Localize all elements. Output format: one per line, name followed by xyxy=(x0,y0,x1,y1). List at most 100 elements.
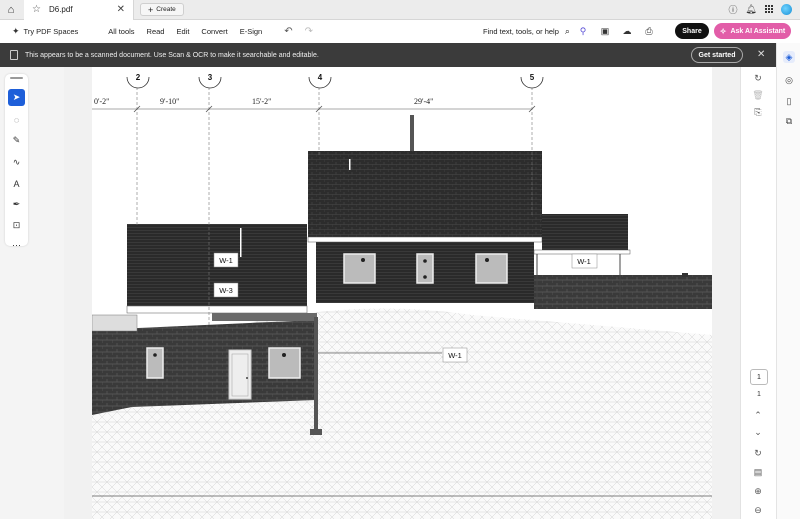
right-wing-roof xyxy=(542,214,628,250)
acrobat-window: ⌂ ☆ D6.pdf ✕ + Create ⓘ 🔔︎ ✦ Try PDF Spa… xyxy=(0,0,800,519)
pages-panel-icon[interactable]: ⧉ xyxy=(783,115,795,127)
grid-marker-3: 3 xyxy=(208,73,213,82)
notification-bell-icon[interactable]: 🔔︎ xyxy=(745,3,757,15)
tag-label: W-3 xyxy=(219,286,233,295)
document-tab-label: D6.pdf xyxy=(48,5,73,14)
apps-grid-icon[interactable] xyxy=(763,3,775,15)
right-stone-wall xyxy=(534,275,712,309)
nav-all-tools[interactable]: All tools xyxy=(102,27,140,36)
fill-sign-icon[interactable]: ✒ xyxy=(8,196,25,213)
home-icon[interactable]: ⌂ xyxy=(0,0,22,20)
zoom-in-icon[interactable]: ⊕ xyxy=(751,484,765,498)
left-wing-band xyxy=(212,313,317,321)
lower-door xyxy=(228,349,252,400)
elevation-drawing: 2 3 4 5 0'-2" 9'-10" 15'-2" 29'-4" W-1 W… xyxy=(92,73,712,519)
total-pages: 1 xyxy=(757,391,761,398)
dimension-text: 29'-4" xyxy=(414,97,433,106)
rotate-icon[interactable]: ↻ xyxy=(751,71,765,85)
document-viewport[interactable]: 2 3 4 5 0'-2" 9'-10" 15'-2" 29'-4" W-1 W… xyxy=(64,67,740,519)
roof-mark xyxy=(349,159,351,170)
create-label: Create xyxy=(156,6,176,13)
tag-w1-right: W-1 xyxy=(571,253,598,269)
toolbar-icon-group: ⚲ ▣ ☁ ⎙ xyxy=(577,25,655,37)
dimension-text: 0'-2" xyxy=(94,97,109,106)
redo-icon[interactable]: ↷ xyxy=(305,26,313,37)
grid-bubble-5: 5 xyxy=(520,73,544,89)
main-window-right xyxy=(475,253,508,284)
page-controls-pane: ↻ 🗑︎ ⎘ 1 1 ⌃ ⌄ ↻ ▤ ⊕ ⊖ xyxy=(740,67,776,519)
support-column xyxy=(314,317,318,432)
ai-sparkle-icon: ✧ xyxy=(719,26,727,36)
get-started-button[interactable]: Get started xyxy=(691,47,743,63)
find-label: Find text, tools, or help xyxy=(483,27,559,36)
left-wing-fascia xyxy=(126,305,308,314)
page-fit-icon[interactable]: ▤ xyxy=(751,465,765,479)
snapshot-icon[interactable]: ⊡ xyxy=(8,217,25,234)
grid-bubble-4: 4 xyxy=(308,73,332,89)
print-icon[interactable]: ⎙ xyxy=(643,25,655,37)
add-text-icon[interactable]: A xyxy=(8,175,25,192)
chevron-down-icon[interactable]: ⌄ xyxy=(751,425,765,439)
grid-marker-2: 2 xyxy=(136,73,141,82)
ask-ai-assistant-button[interactable]: ✧ Ask AI Assistant xyxy=(714,23,791,39)
create-button[interactable]: + Create xyxy=(140,3,184,16)
document-tab[interactable]: ☆ D6.pdf ✕ xyxy=(24,0,134,20)
nav-convert[interactable]: Convert xyxy=(195,27,233,36)
highlight-pen-icon[interactable]: ✎ xyxy=(8,132,25,149)
tag-w1-ground: W-1 xyxy=(442,347,468,363)
document-icon xyxy=(10,50,18,60)
pdf-page: 2 3 4 5 0'-2" 9'-10" 15'-2" 29'-4" W-1 W… xyxy=(92,67,712,519)
help-icon[interactable]: ⓘ xyxy=(727,3,739,15)
ai-tools-icon[interactable]: ⚲ xyxy=(577,25,589,37)
lower-window-wide xyxy=(268,347,301,379)
nav-read[interactable]: Read xyxy=(141,27,171,36)
more-tools-icon[interactable]: ⋯ xyxy=(8,237,25,254)
ai-assistant-panel-icon[interactable]: ◈ xyxy=(783,51,795,63)
drag-handle[interactable] xyxy=(10,77,23,79)
main-window-center xyxy=(416,253,434,284)
tab-bar-actions: ⓘ 🔔︎ xyxy=(727,3,792,15)
main-sill xyxy=(316,303,534,306)
upload-cloud-icon[interactable]: ☁ xyxy=(621,25,633,37)
bookmarks-panel-icon[interactable]: ▯ xyxy=(783,95,795,107)
zoom-out-icon[interactable]: ⊖ xyxy=(751,503,765,517)
nav-e-sign[interactable]: E-Sign xyxy=(234,27,269,36)
right-wing-fascia xyxy=(533,249,631,255)
star-icon[interactable]: ☆ xyxy=(32,4,41,15)
ask-ai-label: Ask AI Assistant xyxy=(730,27,786,35)
left-tool-rail: ➤ ◌ ✎ ∿ A ✒ ⊡ ⋯ xyxy=(0,67,64,519)
pdf-spaces-button[interactable]: ✦ Try PDF Spaces xyxy=(12,26,78,37)
tag-label: W-1 xyxy=(219,256,233,265)
save-icon[interactable]: ▣ xyxy=(599,25,611,37)
main-roof-block xyxy=(308,151,542,237)
profile-avatar[interactable] xyxy=(781,3,792,15)
select-cursor-icon[interactable]: ➤ xyxy=(8,89,25,106)
comments-panel-icon[interactable]: ◎ xyxy=(783,74,795,86)
plus-icon: + xyxy=(148,4,154,15)
refresh-icon[interactable]: ↻ xyxy=(751,446,765,460)
tab-bar: ⌂ ☆ D6.pdf ✕ + Create ⓘ 🔔︎ xyxy=(0,0,800,20)
scan-notice-banner: This appears to be a scanned document. U… xyxy=(0,43,776,67)
nav-edit[interactable]: Edit xyxy=(170,27,195,36)
tag-label: W-1 xyxy=(448,351,462,360)
delete-page-icon[interactable]: 🗑︎ xyxy=(751,88,765,102)
grid-marker-5: 5 xyxy=(530,73,535,82)
column-footing xyxy=(310,429,322,435)
chevron-up-icon[interactable]: ⌃ xyxy=(751,408,765,422)
share-button[interactable]: Share xyxy=(675,23,709,39)
draw-freehand-icon[interactable]: ∿ xyxy=(8,154,25,171)
current-page-input[interactable]: 1 xyxy=(750,369,768,385)
quick-tools-card: ➤ ◌ ✎ ∿ A ✒ ⊡ ⋯ xyxy=(5,74,28,250)
main-fascia xyxy=(307,236,543,243)
tag-w1-left: W-1 xyxy=(213,252,239,268)
add-comment-icon[interactable]: ◌ xyxy=(8,111,25,128)
undo-icon[interactable]: ↶ xyxy=(284,26,292,37)
chimney xyxy=(410,115,414,151)
close-tab-icon[interactable]: ✕ xyxy=(117,4,125,15)
tag-w3: W-3 xyxy=(213,282,239,298)
extract-page-icon[interactable]: ⎘ xyxy=(751,105,765,119)
close-banner-icon[interactable]: ✕ xyxy=(757,49,765,60)
dimension-text: 9'-10" xyxy=(160,97,179,106)
banner-message: This appears to be a scanned document. U… xyxy=(25,51,319,59)
find-box[interactable]: Find text, tools, or help ⌕ xyxy=(483,26,570,37)
